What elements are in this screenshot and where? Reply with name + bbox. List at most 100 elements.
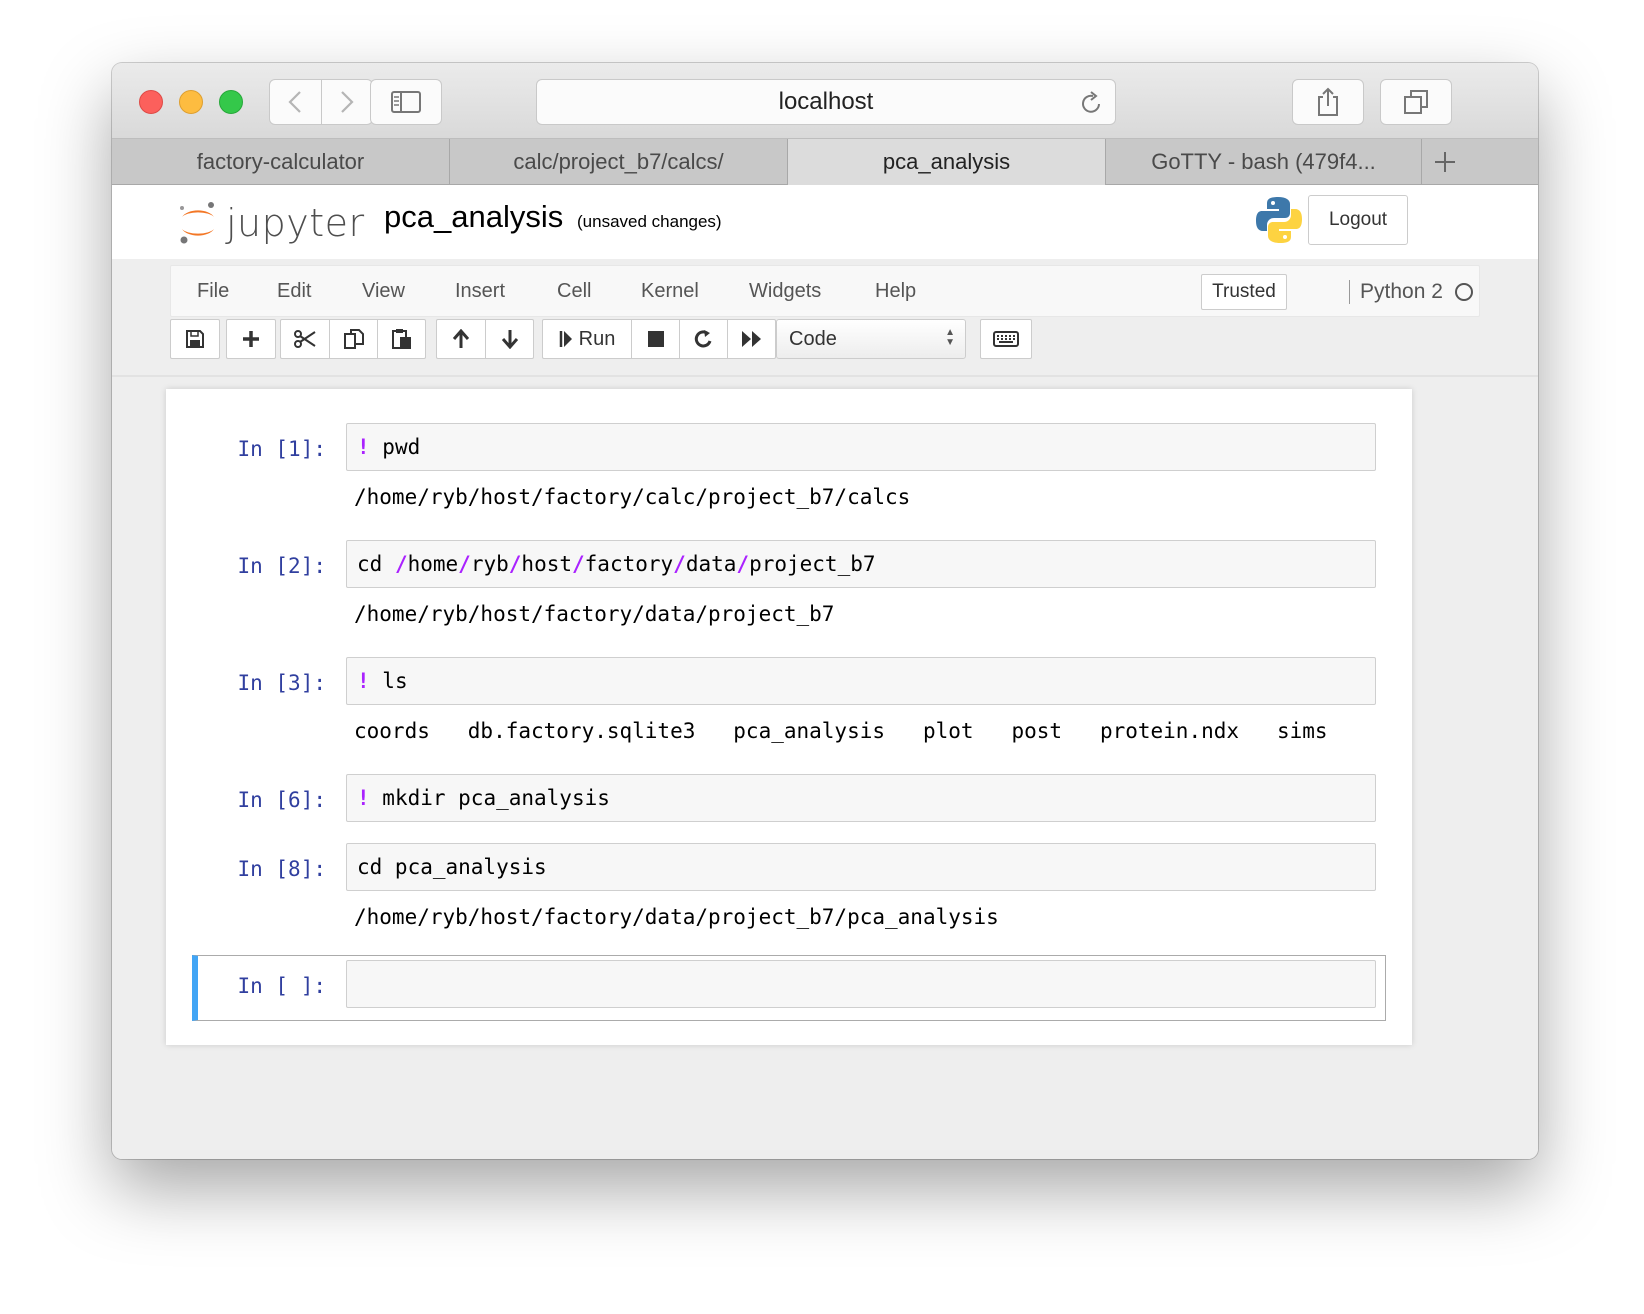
code-token: / xyxy=(394,552,408,576)
logout-button[interactable]: Logout xyxy=(1308,195,1408,245)
code-input[interactable]: ! pwd xyxy=(346,423,1376,471)
code-token: / xyxy=(572,552,585,576)
copy-button[interactable] xyxy=(329,320,377,358)
jupyter-page: jupyter pca_analysis (unsaved changes) L… xyxy=(112,185,1538,1159)
code-token: home xyxy=(407,552,459,576)
minimize-window-button[interactable] xyxy=(179,90,203,114)
restart-button[interactable] xyxy=(679,320,727,358)
shell-bang: ! xyxy=(357,669,370,693)
interrupt-button[interactable] xyxy=(631,320,679,358)
code-input[interactable]: cd / home / ryb / host / factory / data / project_b… xyxy=(346,540,1376,588)
cell-prompt: In [2]: xyxy=(237,554,326,578)
chevron-left-icon xyxy=(288,91,302,113)
code-token: project_b7 xyxy=(749,552,876,576)
trusted-indicator[interactable]: Trusted xyxy=(1201,274,1287,310)
code-text: cd pca_analysis xyxy=(357,855,547,879)
paste-button[interactable] xyxy=(377,320,425,358)
restart-run-all-button[interactable] xyxy=(727,320,775,358)
edit-group xyxy=(280,319,426,359)
close-window-button[interactable] xyxy=(139,90,163,114)
menu-insert[interactable]: Insert xyxy=(455,280,505,303)
menu-widgets[interactable]: Widgets xyxy=(749,280,821,303)
run-label: Run xyxy=(578,327,616,350)
shell-bang: ! xyxy=(357,786,370,810)
sidebar-toggle-button[interactable] xyxy=(370,79,442,125)
url-text: localhost xyxy=(778,88,874,115)
cell-output: coords db.factory.sqlite3 pca_analysis p… xyxy=(354,719,1328,743)
kernel-name: Python 2 xyxy=(1349,280,1443,304)
sidebar-icon xyxy=(391,91,421,113)
code-token: data xyxy=(685,552,737,576)
code-token: / xyxy=(673,552,686,576)
cut-button[interactable] xyxy=(281,320,329,358)
code-token: / xyxy=(508,552,522,576)
fast-forward-icon xyxy=(741,331,761,347)
back-button[interactable] xyxy=(270,80,321,124)
code-input[interactable]: cd pca_analysis xyxy=(346,843,1376,891)
code-text: pwd xyxy=(369,435,421,459)
code-input[interactable]: ! ls xyxy=(346,657,1376,705)
step-forward-icon xyxy=(559,331,572,347)
cell-output: /home/ryb/host/factory/data/project_b7 xyxy=(354,602,835,626)
new-tab-button[interactable] xyxy=(1422,139,1468,185)
restart-icon xyxy=(694,330,711,348)
menu-view[interactable]: View xyxy=(362,280,405,303)
cell-output: /home/ryb/host/factory/calc/project_b7/c… xyxy=(354,485,911,509)
move-up-button[interactable] xyxy=(437,320,485,358)
zoom-window-button[interactable] xyxy=(219,90,243,114)
code-input[interactable]: ! mkdir pca_analysis xyxy=(346,774,1376,822)
tab-calcs[interactable]: calc/project_b7/calcs/ xyxy=(450,139,788,185)
save-button[interactable] xyxy=(171,320,219,358)
title-bar: localhost xyxy=(112,63,1538,139)
cell-prompt: In [ ]: xyxy=(237,974,326,998)
cell-output: /home/ryb/host/factory/data/project_b7/p… xyxy=(354,905,999,929)
move-group xyxy=(436,319,534,359)
tab-pca-analysis[interactable]: pca_analysis xyxy=(788,139,1106,185)
run-group: Run xyxy=(542,319,776,359)
insert-group xyxy=(226,319,276,359)
browser-window: localhost factory-calculator calc/projec… xyxy=(112,63,1538,1159)
menu-file[interactable]: File xyxy=(197,280,229,303)
copy-icon xyxy=(343,329,364,349)
plus-icon xyxy=(243,331,259,347)
code-input-empty[interactable] xyxy=(346,960,1376,1008)
code-token: host xyxy=(521,552,572,576)
cell-type-select[interactable]: Code ▲ ▼ xyxy=(776,319,966,359)
stop-icon xyxy=(647,331,664,347)
header-divider xyxy=(112,375,1538,377)
tab-factory-calculator[interactable]: factory-calculator xyxy=(112,139,450,185)
cell-prompt: In [6]: xyxy=(237,788,326,812)
share-icon xyxy=(1318,87,1338,116)
insert-cell-button[interactable] xyxy=(227,320,275,358)
plus-icon xyxy=(1435,152,1455,172)
cell-type-value: Code xyxy=(789,327,837,350)
command-palette-button[interactable] xyxy=(980,319,1032,359)
tab-bar: factory-calculator calc/project_b7/calcs… xyxy=(112,139,1538,185)
kernel-idle-icon xyxy=(1455,283,1473,301)
menu-help[interactable]: Help xyxy=(875,280,916,303)
notebook-toolbar: Run Code ▲ ▼ xyxy=(170,319,1480,367)
forward-button[interactable] xyxy=(320,80,373,124)
cell-prompt: In [8]: xyxy=(237,857,326,881)
menu-kernel[interactable]: Kernel xyxy=(641,280,699,303)
code-text: ls xyxy=(369,669,408,693)
menu-bar: File Edit View Insert Cell Kernel Widget… xyxy=(170,265,1480,317)
select-arrows-icon: ▲ ▼ xyxy=(945,327,955,348)
save-icon xyxy=(186,330,204,348)
address-bar[interactable]: localhost xyxy=(536,79,1116,125)
scissors-icon xyxy=(294,330,316,348)
tab-gotty[interactable]: GoTTY - bash (479f4... xyxy=(1106,139,1422,185)
menu-edit[interactable]: Edit xyxy=(277,280,311,303)
jupyter-logo-icon xyxy=(180,202,214,244)
reload-icon[interactable] xyxy=(1079,90,1103,123)
jupyter-logo[interactable]: jupyter xyxy=(178,195,368,251)
notebook-name[interactable]: pca_analysis xyxy=(384,199,563,235)
move-down-button[interactable] xyxy=(485,320,533,358)
cell-prompt: In [1]: xyxy=(237,437,326,461)
nav-buttons xyxy=(269,79,373,125)
share-button[interactable] xyxy=(1292,79,1364,125)
code-text: mkdir pca_analysis xyxy=(369,786,610,810)
run-button[interactable]: Run xyxy=(543,320,631,358)
tab-overview-button[interactable] xyxy=(1380,79,1452,125)
menu-cell[interactable]: Cell xyxy=(557,280,591,303)
